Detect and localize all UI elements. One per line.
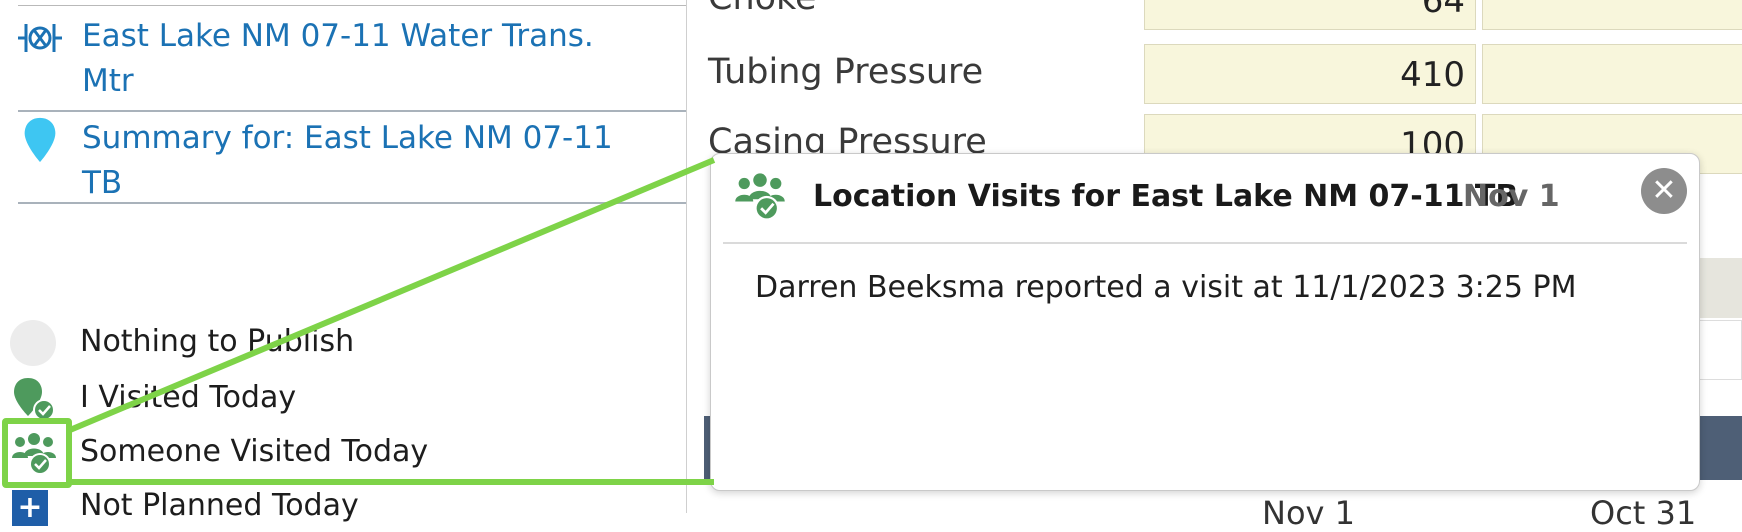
data-row-choke: Choke 64 (708, 0, 1742, 30)
location-link-summary[interactable]: Summary for: East Lake NM 07-11 TB (82, 116, 622, 206)
legend-item-i-visited: I Visited Today (0, 374, 686, 422)
location-link-meter[interactable]: East Lake NM 07-11 Water Trans. Mtr (82, 14, 622, 104)
column-date: Nov 1 (1262, 494, 1355, 532)
map-pin-icon (24, 117, 56, 163)
data-value[interactable]: 410 (1144, 44, 1476, 104)
legend-item-someone-visited: Someone Visited Today (0, 428, 686, 476)
data-value-cell[interactable] (1482, 44, 1742, 104)
visit-message: Darren Beeksma reported a visit at 11/1/… (755, 270, 1577, 305)
divider (723, 242, 1687, 244)
popup-title: Location Visits for East Lake NM 07-11 T… (813, 179, 1519, 214)
legend-label: I Visited Today (80, 380, 297, 415)
location-visits-popup: Location Visits for East Lake NM 07-11 T… (710, 153, 1700, 491)
column-date: Oct 31 (1590, 494, 1697, 532)
data-row-tubing-pressure: Tubing Pressure 410 (708, 44, 1742, 104)
panel-divider (686, 0, 687, 513)
close-icon[interactable]: ✕ (1641, 168, 1687, 214)
data-label: Tubing Pressure (708, 52, 984, 92)
meter-icon (18, 24, 62, 52)
data-value[interactable]: 64 (1144, 0, 1476, 30)
legend-label: Nothing to Publish (80, 324, 355, 359)
legend-label: Someone Visited Today (80, 434, 429, 469)
location-item-summary[interactable]: Summary for: East Lake NM 07-11 TB (18, 112, 686, 204)
visited-pin-icon (14, 378, 55, 421)
group-visited-icon (735, 173, 785, 221)
legend-item-not-planned: + Not Planned Today (0, 482, 686, 530)
popup-date: Nov 1 (1463, 179, 1560, 214)
data-label: Choke (708, 0, 817, 18)
icon-highlight-box (2, 418, 72, 488)
location-item-meter[interactable]: East Lake NM 07-11 Water Trans. Mtr (18, 6, 686, 112)
legend-item-nothing-to-publish: Nothing to Publish (0, 318, 686, 366)
legend-label: Not Planned Today (80, 488, 359, 523)
location-list-panel: East Lake NM 07-11 Water Trans. Mtr Summ… (0, 0, 686, 526)
grey-circle-icon (10, 320, 58, 368)
data-value-cell[interactable] (1482, 0, 1742, 30)
plus-square-icon: + (12, 490, 48, 526)
